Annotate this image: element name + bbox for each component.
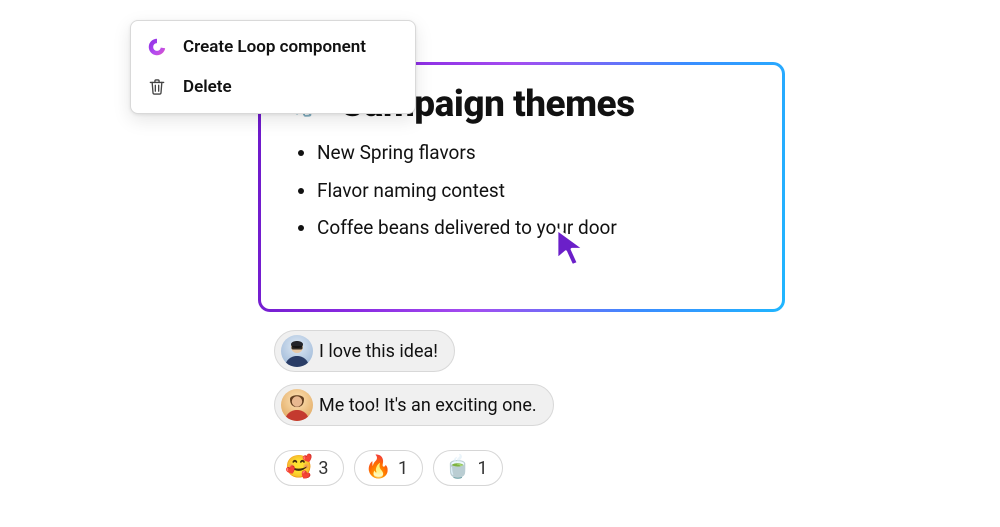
menu-item-create-loop[interactable]: Create Loop component <box>131 27 415 67</box>
chat-reply[interactable]: Me too! It's an exciting one. <box>274 384 554 426</box>
card-bullet-list: New Spring flavors Flavor naming contest… <box>317 140 752 241</box>
loop-icon <box>145 35 169 59</box>
reaction-emoji-heart-face: 🥰 <box>285 457 312 479</box>
reaction-bar: 🥰 3 🔥 1 🍵 1 <box>274 450 503 486</box>
avatar <box>281 335 313 367</box>
reaction-pill[interactable]: 🔥 1 <box>354 450 424 486</box>
list-item[interactable]: Flavor naming contest <box>317 178 752 204</box>
list-item[interactable]: Coffee beans delivered to your door <box>317 215 752 241</box>
menu-item-label: Create Loop component <box>183 37 366 57</box>
chat-replies: I love this idea! Me too! It's an exciti… <box>274 330 554 426</box>
chat-reply[interactable]: I love this idea! <box>274 330 455 372</box>
chat-reply-text: I love this idea! <box>319 341 438 362</box>
menu-item-delete[interactable]: Delete <box>131 67 415 107</box>
reaction-emoji-tea: 🍵 <box>444 457 471 479</box>
reaction-pill[interactable]: 🥰 3 <box>274 450 344 486</box>
avatar <box>281 389 313 421</box>
chat-reply-text: Me too! It's an exciting one. <box>319 395 537 416</box>
trash-icon <box>145 75 169 99</box>
reaction-count: 1 <box>398 458 408 479</box>
reaction-emoji-fire: 🔥 <box>365 457 392 479</box>
context-menu: Create Loop component Delete <box>130 20 416 114</box>
reaction-pill[interactable]: 🍵 1 <box>433 450 503 486</box>
reaction-count: 3 <box>318 458 328 479</box>
reaction-count: 1 <box>477 458 487 479</box>
list-item[interactable]: New Spring flavors <box>317 140 752 166</box>
menu-item-label: Delete <box>183 77 232 97</box>
